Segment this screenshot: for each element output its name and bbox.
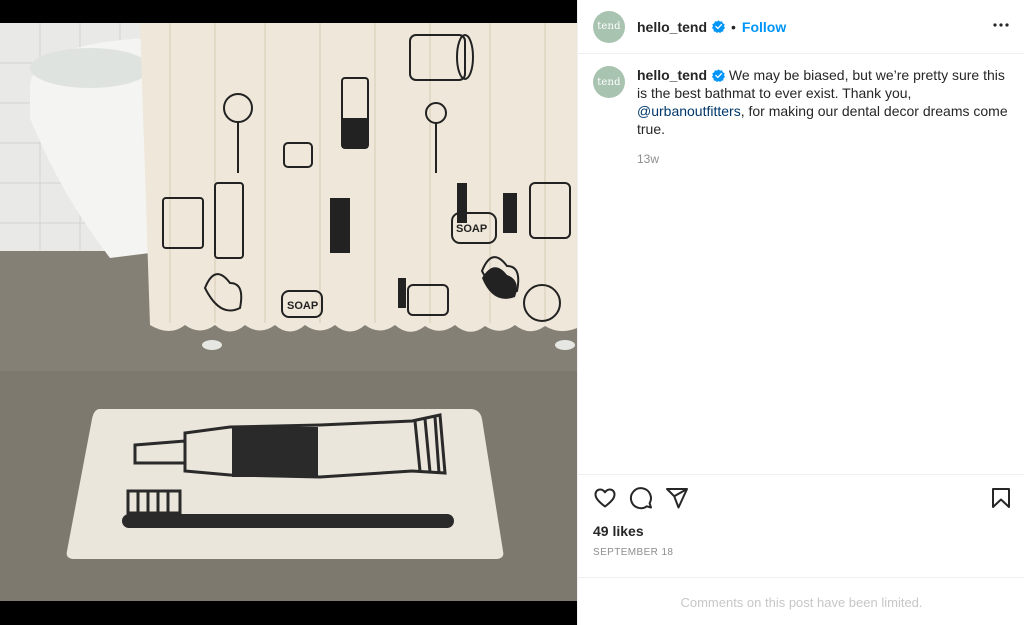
caption-text: hello_tend We may be biased, but we’re p…	[637, 66, 1013, 168]
post-details-panel: tend hello_tend • Follow tend hello_tend…	[577, 0, 1024, 625]
follow-button[interactable]: Follow	[742, 19, 786, 35]
comment-icon[interactable]	[629, 486, 653, 510]
caption-username[interactable]: hello_tend	[637, 67, 707, 83]
post-media: SOAP SOAP	[0, 0, 577, 625]
post-image[interactable]: SOAP SOAP	[0, 23, 577, 601]
comments-limited-notice: Comments on this post have been limited.	[680, 595, 923, 610]
verified-badge-icon	[712, 69, 726, 82]
caption-avatar[interactable]: tend	[593, 66, 625, 98]
share-icon[interactable]	[665, 486, 689, 510]
mention-link[interactable]: @urbanoutfitters	[637, 103, 741, 119]
divider	[578, 577, 1024, 578]
heart-icon[interactable]	[593, 486, 617, 510]
divider	[578, 474, 1024, 475]
action-bar	[593, 486, 1013, 510]
svg-text:SOAP: SOAP	[287, 300, 318, 312]
post-age: 13w	[637, 152, 660, 166]
avatar[interactable]: tend	[593, 10, 625, 43]
svg-text:SOAP: SOAP	[456, 223, 487, 235]
post-header: tend hello_tend • Follow	[578, 0, 1024, 54]
post-date: SEPTEMBER 18	[593, 547, 674, 558]
likes-count[interactable]: 49 likes	[593, 523, 644, 539]
bookmark-icon[interactable]	[989, 486, 1013, 510]
separator-dot: •	[731, 18, 736, 35]
more-options-icon[interactable]	[993, 17, 1009, 33]
verified-badge-icon	[712, 20, 726, 33]
username-link[interactable]: hello_tend	[637, 19, 707, 35]
post-caption: tend hello_tend We may be biased, but we…	[593, 66, 1013, 168]
